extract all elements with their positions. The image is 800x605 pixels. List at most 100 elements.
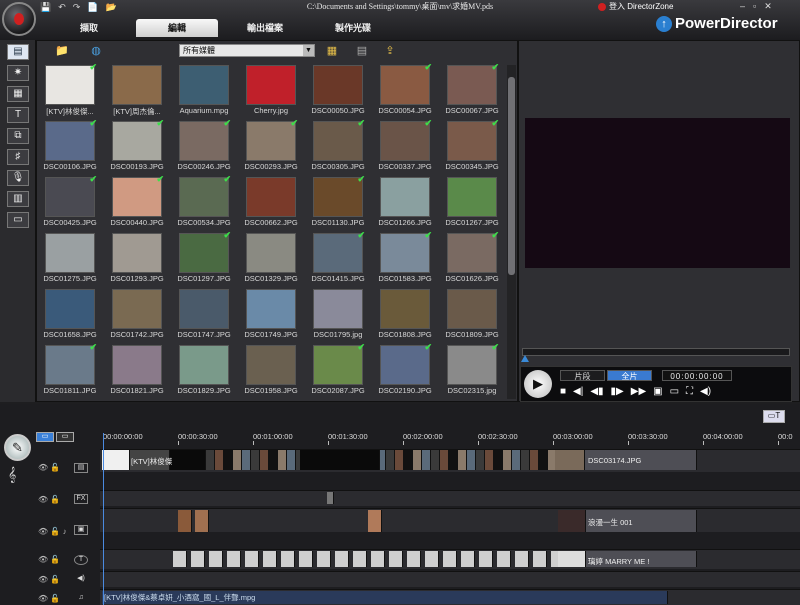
media-thumbnail[interactable]: ✔ [380,62,432,105]
audio-mixing-icon[interactable]: ♯ [7,149,29,165]
video-clip[interactable] [251,450,260,470]
quick-access-item[interactable]: 📄 [87,2,98,14]
media-thumbnail[interactable]: ✔ [246,118,298,161]
export-icon[interactable]: ⇪ [381,44,399,58]
pip-clip[interactable] [368,510,382,532]
media-thumbnail[interactable]: ✔ [112,174,164,217]
video-clip[interactable] [215,450,224,470]
title-clip[interactable] [558,551,586,567]
fast-forward-icon[interactable]: ▶▶ [631,386,646,397]
title-clip[interactable] [191,551,205,567]
timeline-ruler[interactable]: 00:00:00:00 00:00:30:00 00:01:00:00 00:01:3… [100,432,800,445]
media-thumbnail[interactable] [246,177,296,217]
media-thumbnail[interactable]: ✔ [447,230,499,273]
track-controls[interactable]: 👁 🔓 [38,555,60,564]
media-thumbnail[interactable] [45,233,95,273]
media-thumbnail[interactable]: ✔ [179,118,231,161]
media-thumbnail[interactable] [447,177,497,217]
media-thumbnail[interactable]: ✔ [45,342,97,385]
title-clip[interactable] [461,551,475,567]
media-thumbnail[interactable] [447,289,497,329]
media-thumbnail[interactable] [179,65,229,105]
media-thumbnail[interactable] [246,233,296,273]
import-folder-icon[interactable]: 📁 [53,44,71,58]
media-thumbnail[interactable]: ✔ [447,118,499,161]
aspect-icon[interactable]: ▭ [670,386,679,397]
timeline-view-icon[interactable]: ▭ [36,432,54,442]
app-logo-icon[interactable] [2,2,36,36]
title-clip[interactable] [515,551,529,567]
close-icon[interactable]: ✕ [764,1,772,12]
video-clip[interactable] [494,450,503,470]
title-clip[interactable] [371,551,385,567]
media-thumbnail[interactable]: ✔ [313,174,365,217]
title-clip[interactable] [209,551,223,567]
media-thumbnail[interactable] [179,289,229,329]
pip-room-icon[interactable]: ▦ [7,86,29,102]
media-thumbnail[interactable]: ✔ [45,118,97,161]
timeline-settings-button[interactable]: ▭T [763,410,785,423]
video-clip[interactable] [233,450,242,470]
scrollbar-thumb[interactable] [508,77,515,275]
title-clip[interactable] [443,551,457,567]
media-thumbnail[interactable]: ✔ [112,118,164,161]
video-clip[interactable] [512,450,521,470]
voice-over-icon[interactable]: 🎙 [7,170,29,186]
media-thumbnail[interactable] [179,345,229,385]
title-clip[interactable] [389,551,403,567]
title-clip[interactable] [407,551,421,567]
seek-bar[interactable] [522,348,790,356]
effect-room-icon[interactable]: ✷ [7,65,29,81]
title-clip[interactable] [335,551,349,567]
effect-clip[interactable] [327,492,334,504]
media-thumbnail[interactable] [45,289,95,329]
library-scrollbar[interactable] [507,65,516,399]
play-button[interactable]: ▶ [524,370,552,398]
effect-track[interactable] [100,490,800,506]
video-clip[interactable] [395,450,404,470]
prev-icon[interactable]: ◀| [573,386,583,397]
media-thumbnail[interactable] [313,289,363,329]
media-thumbnail[interactable] [246,345,296,385]
film-strip-icon[interactable]: ▤ [353,44,371,58]
playhead[interactable] [103,433,104,605]
track-controls[interactable]: 👁 🔓 [38,495,60,504]
video-clip[interactable] [467,450,476,470]
step-forward-icon[interactable]: ▮▶ [611,386,624,397]
media-thumbnail[interactable] [112,65,162,105]
title-room-icon[interactable]: T [7,107,29,123]
track-controls[interactable]: 👁 🔓 [38,575,60,584]
video-clip[interactable] [206,450,215,470]
media-thumbnail[interactable] [112,345,162,385]
maximize-icon[interactable]: ▫ [753,1,756,12]
quick-access-item[interactable]: 💾 [40,2,51,14]
video-clip[interactable] [422,450,431,470]
minimize-icon[interactable]: – [740,1,745,12]
tab-2[interactable]: 輸出檔案 [224,19,306,37]
video-clip[interactable] [287,450,296,470]
media-thumbnail[interactable]: ✔ [447,342,499,385]
volume-icon[interactable]: ◀) [700,386,711,397]
title-clip[interactable] [299,551,313,567]
media-thumbnail[interactable]: ✔ [313,230,365,273]
video-clip[interactable] [170,450,206,470]
video-clip[interactable] [404,450,413,470]
track-controls[interactable]: 👁 🔓 [38,594,60,603]
title-clip[interactable] [281,551,295,567]
video-clip[interactable] [242,450,251,470]
quick-access-item[interactable]: 📂 [106,2,117,14]
media-thumbnail[interactable] [112,233,162,273]
media-thumbnail[interactable]: ✔ [179,174,231,217]
video-clip[interactable] [224,450,233,470]
track-controls[interactable]: 👁 🔓 [38,463,60,472]
title-clip[interactable] [245,551,259,567]
title-clip[interactable] [425,551,439,567]
video-clip[interactable] [260,450,269,470]
video-clip[interactable] [300,450,380,470]
video-clip[interactable] [539,450,548,470]
transition-room-icon[interactable]: ⧉ [7,128,29,144]
media-room-icon[interactable]: ▤ [7,44,29,60]
step-back-icon[interactable]: ◀▮ [590,386,603,397]
directorzone-link[interactable]: 登入 DirectorZone [598,1,673,12]
fullscreen-icon[interactable]: ⛶ [686,386,693,397]
